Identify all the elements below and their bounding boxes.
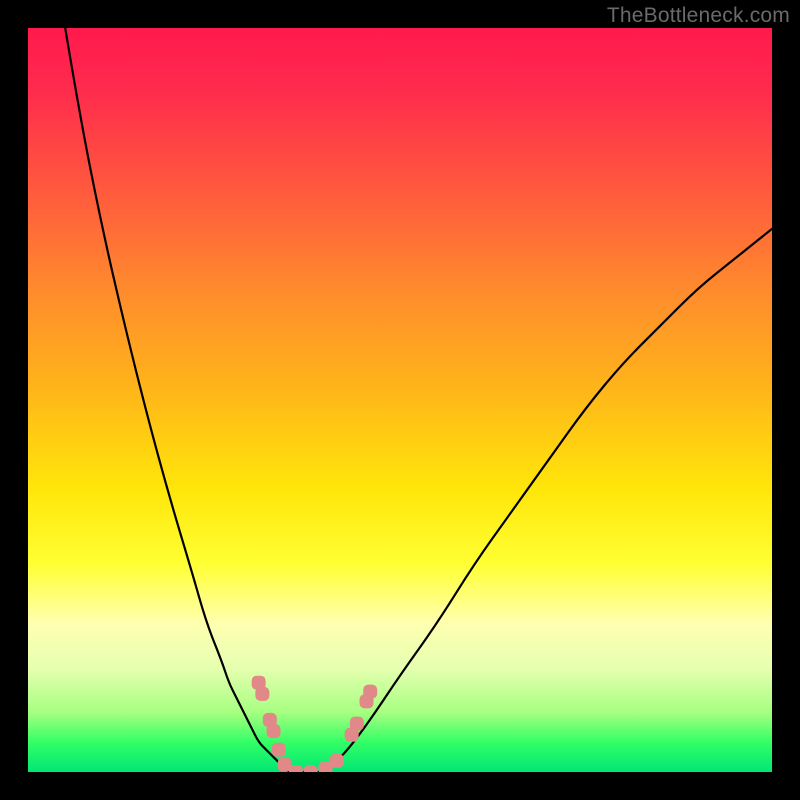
data-marker: [350, 717, 364, 731]
data-marker: [304, 765, 318, 772]
watermark-label: TheBottleneck.com: [607, 4, 790, 28]
data-marker: [267, 724, 281, 738]
data-marker: [289, 765, 303, 772]
data-marker: [363, 685, 377, 699]
bottleneck-curve: [28, 28, 772, 772]
chart-frame: TheBottleneck.com: [0, 0, 800, 800]
data-marker: [272, 743, 286, 757]
data-marker: [255, 687, 269, 701]
curve-path: [65, 28, 772, 772]
data-marker: [330, 754, 344, 768]
plot-area: [28, 28, 772, 772]
